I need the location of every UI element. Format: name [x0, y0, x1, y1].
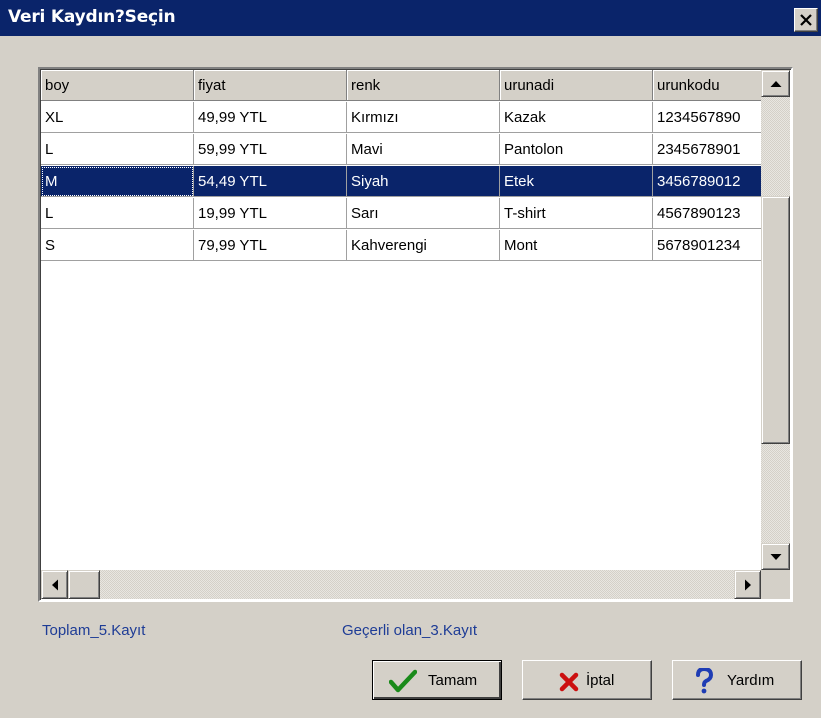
question-icon — [696, 668, 713, 694]
vertical-scroll-thumb[interactable] — [761, 196, 790, 444]
cell-boy[interactable]: S — [41, 230, 194, 261]
scroll-down-button[interactable] — [761, 543, 790, 570]
horizontal-scroll-thumb[interactable] — [68, 570, 100, 599]
dialog-window: Veri Kaydın?Seçin boy fiyat renk urunadi… — [0, 0, 821, 718]
ok-button[interactable]: Tamam — [372, 660, 502, 700]
cell-urunkodu[interactable]: 2345678901 — [653, 134, 763, 165]
cell-boy[interactable]: M — [41, 166, 194, 197]
vertical-scrollbar[interactable] — [761, 70, 790, 570]
table-row[interactable]: L 19,99 YTL Sarı T-shirt 4567890123 — [41, 198, 763, 230]
title-bar[interactable]: Veri Kaydın?Seçin — [0, 0, 821, 36]
cell-urunadi[interactable]: Etek — [500, 166, 653, 197]
cell-boy[interactable]: XL — [41, 102, 194, 133]
table-row[interactable]: M 54,49 YTL Siyah Etek 3456789012 — [41, 166, 763, 198]
cell-boy[interactable]: L — [41, 198, 194, 229]
cell-renk[interactable]: Mavi — [347, 134, 500, 165]
cell-fiyat[interactable]: 49,99 YTL — [194, 102, 347, 133]
cancel-button-label: İptal — [586, 672, 615, 689]
cell-fiyat[interactable]: 54,49 YTL — [194, 166, 347, 197]
cell-fiyat[interactable]: 79,99 YTL — [194, 230, 347, 261]
cell-renk[interactable]: Siyah — [347, 166, 500, 197]
data-grid[interactable]: boy fiyat renk urunadi urunkodu XL 49,99 … — [38, 67, 793, 602]
total-records-label: Toplam_5.Kayıt — [42, 622, 146, 639]
cancel-button[interactable]: İptal — [522, 660, 652, 700]
horizontal-scrollbar[interactable] — [41, 570, 761, 599]
close-button[interactable] — [794, 8, 818, 32]
cell-boy[interactable]: L — [41, 134, 194, 165]
scroll-right-button[interactable] — [734, 570, 761, 599]
table-row[interactable]: S 79,99 YTL Kahverengi Mont 5678901234 — [41, 230, 763, 262]
column-header-renk[interactable]: renk — [347, 70, 500, 101]
close-icon — [800, 14, 812, 26]
cell-urunkodu[interactable]: 1234567890 — [653, 102, 763, 133]
arrow-down-icon — [770, 553, 781, 560]
cell-renk[interactable]: Sarı — [347, 198, 500, 229]
help-button[interactable]: Yardım — [672, 660, 802, 700]
cell-fiyat[interactable]: 19,99 YTL — [194, 198, 347, 229]
check-icon — [389, 669, 417, 693]
scroll-up-button[interactable] — [761, 70, 790, 97]
cell-urunkodu[interactable]: 4567890123 — [653, 198, 763, 229]
arrow-right-icon — [744, 579, 751, 590]
scroll-corner — [761, 570, 790, 599]
grid-header-row: boy fiyat renk urunadi urunkodu — [41, 70, 763, 102]
grid-viewport: boy fiyat renk urunadi urunkodu XL 49,99 … — [40, 69, 791, 600]
cell-urunadi[interactable]: Kazak — [500, 102, 653, 133]
column-header-urunadi[interactable]: urunadi — [500, 70, 653, 101]
cell-renk[interactable]: Kahverengi — [347, 230, 500, 261]
table-row[interactable]: XL 49,99 YTL Kırmızı Kazak 1234567890 — [41, 102, 763, 134]
column-header-urunkodu[interactable]: urunkodu — [653, 70, 763, 101]
cell-fiyat[interactable]: 59,99 YTL — [194, 134, 347, 165]
table-row[interactable]: L 59,99 YTL Mavi Pantolon 2345678901 — [41, 134, 763, 166]
cell-urunadi[interactable]: Mont — [500, 230, 653, 261]
cell-urunadi[interactable]: Pantolon — [500, 134, 653, 165]
window-title: Veri Kaydın?Seçin — [8, 7, 176, 27]
scroll-left-button[interactable] — [41, 570, 68, 599]
arrow-left-icon — [51, 579, 58, 590]
column-header-boy[interactable]: boy — [41, 70, 194, 101]
arrow-up-icon — [770, 80, 781, 87]
cell-urunkodu[interactable]: 5678901234 — [653, 230, 763, 261]
cell-urunadi[interactable]: T-shirt — [500, 198, 653, 229]
cell-renk[interactable]: Kırmızı — [347, 102, 500, 133]
x-icon — [559, 672, 579, 692]
current-record-label: Geçerli olan_3.Kayıt — [342, 622, 478, 639]
cell-urunkodu[interactable]: 3456789012 — [653, 166, 763, 197]
ok-button-label: Tamam — [428, 672, 478, 689]
help-button-label: Yardım — [727, 672, 775, 689]
column-header-fiyat[interactable]: fiyat — [194, 70, 347, 101]
